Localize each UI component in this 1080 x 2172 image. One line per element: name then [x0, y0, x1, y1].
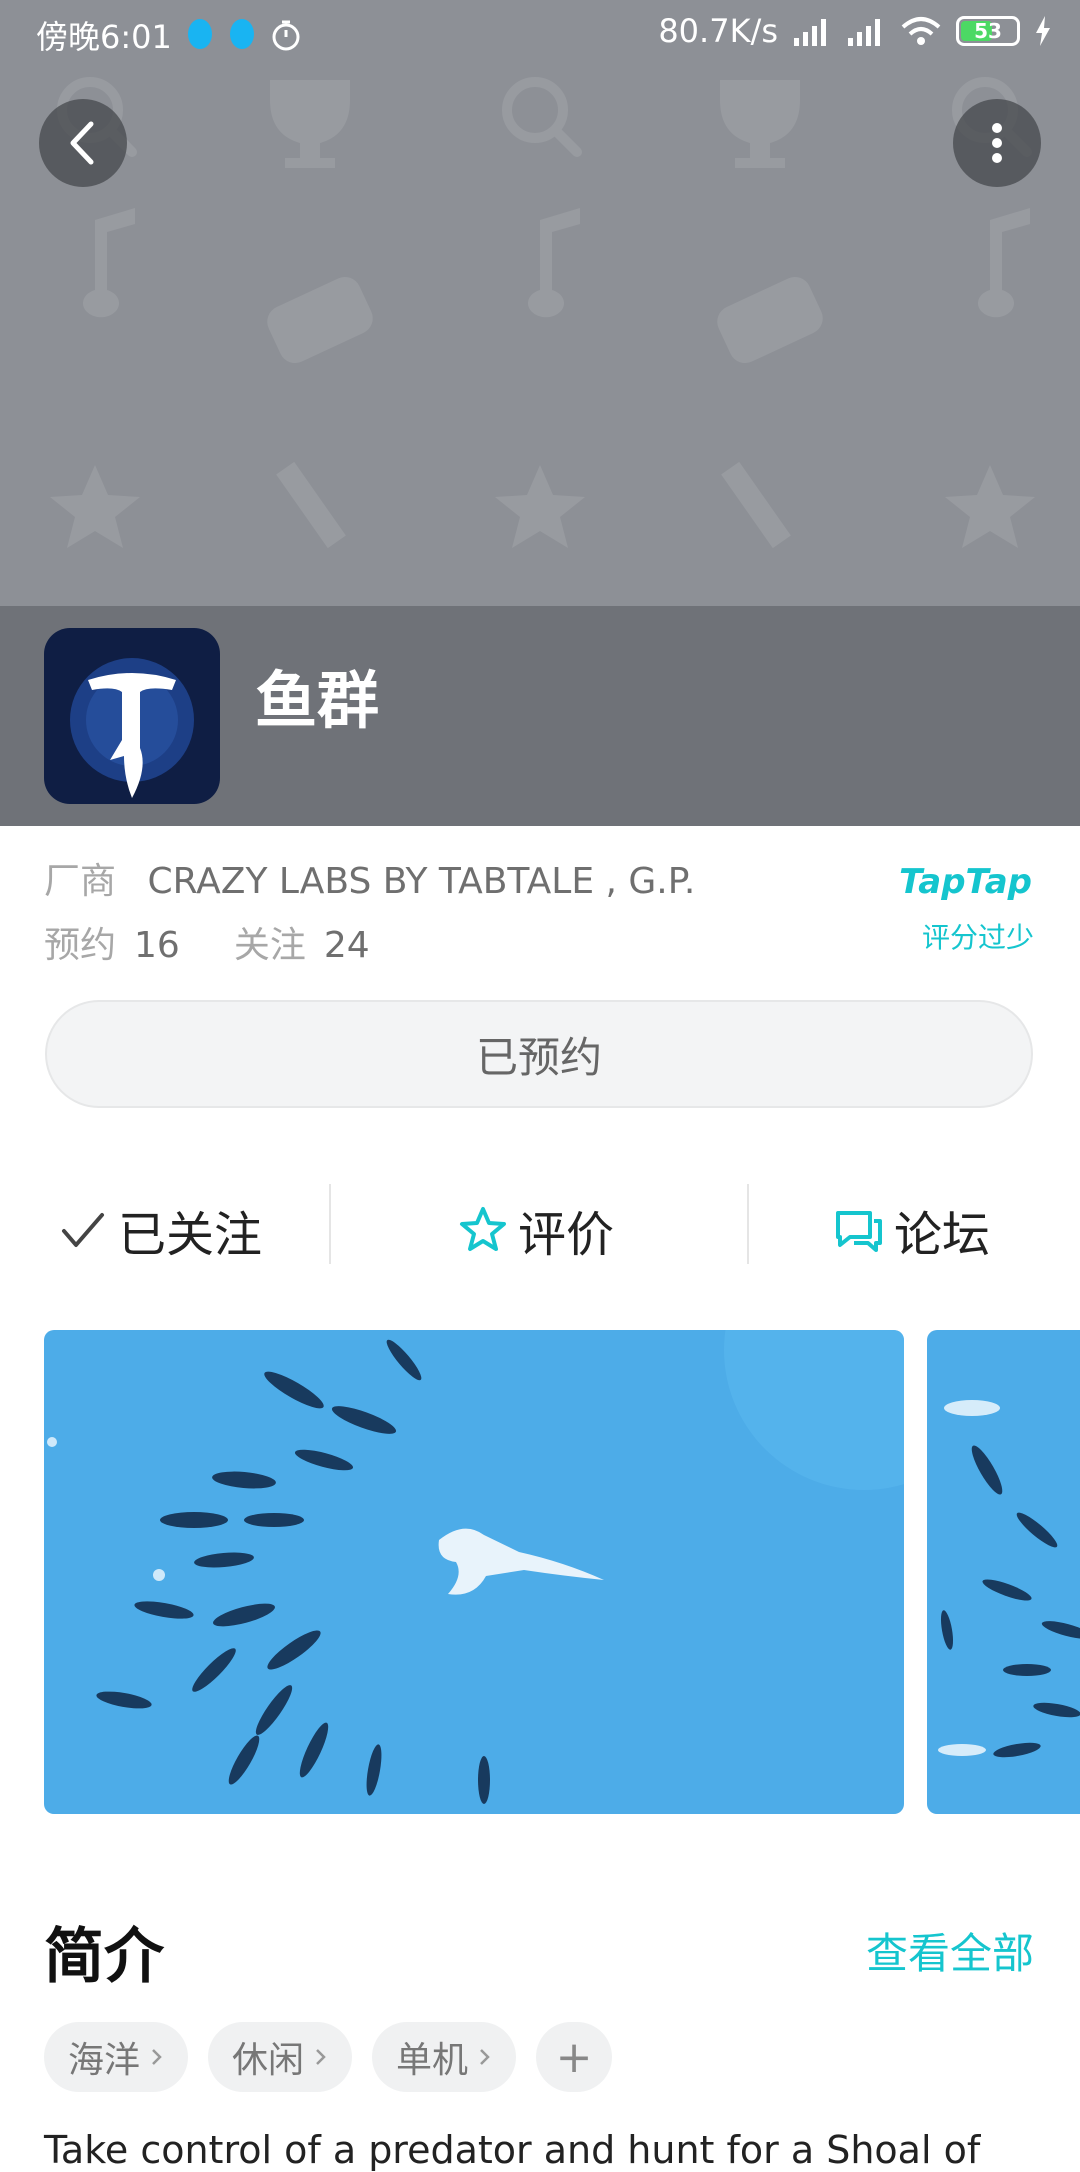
status-time: 傍晚6:01	[36, 18, 172, 56]
chevron-left-icon	[70, 121, 94, 165]
hammerhead-shark-logo	[70, 658, 194, 798]
wifi-icon	[901, 17, 941, 45]
qq-notification-icon	[229, 19, 254, 49]
chat-icon	[836, 1211, 882, 1252]
review-button[interactable]: 评价	[458, 1180, 614, 1280]
tag-single-player[interactable]: 单机	[372, 2022, 517, 2092]
app-icon	[44, 628, 220, 804]
view-all-link[interactable]: 查看全部	[866, 1920, 1034, 1981]
tag-list: 海洋 休闲 单机 +	[44, 2022, 613, 2092]
intro-title: 简介	[44, 1922, 164, 1992]
developer-name[interactable]: CRAZY LABS BY TABTALE , G.P.	[147, 861, 695, 902]
charging-icon	[1036, 16, 1050, 46]
follow-count: 24	[323, 925, 370, 966]
reserve-label: 预约	[44, 925, 117, 966]
signal-icon	[794, 19, 826, 46]
developer-row: 厂商 CRAZY LABS BY TABTALE , G.P.	[44, 852, 695, 904]
network-speed: 80.7K/s	[658, 12, 778, 50]
status-bar: 傍晚6:01 80.7K/s 53	[0, 0, 1080, 66]
description-text: Take control of a predator and hunt for …	[44, 2128, 981, 2172]
rating-status: 评分过少	[921, 921, 1034, 954]
screenshot-1[interactable]	[44, 1330, 904, 1814]
reserved-button[interactable]: 已预约	[45, 1000, 1033, 1108]
game-screenshot-image	[938, 1400, 1080, 1758]
add-tag-button[interactable]: +	[536, 2022, 613, 2092]
check-icon	[62, 1213, 104, 1247]
forum-button[interactable]: 论坛	[832, 1180, 990, 1280]
decorative-pattern	[50, 77, 1035, 549]
battery-level: 53	[974, 19, 1002, 43]
tag-label: 海洋	[68, 2040, 141, 2081]
tag-casual[interactable]: 休闲	[208, 2022, 353, 2092]
battery-icon: 53	[956, 16, 1020, 46]
more-options-button[interactable]	[953, 99, 1041, 187]
forum-label: 论坛	[894, 1207, 991, 1263]
review-label: 评价	[518, 1207, 615, 1263]
qq-notification-icon	[187, 19, 212, 49]
stats-row: 预约 16 关注 24	[44, 916, 388, 968]
back-button[interactable]	[39, 99, 127, 187]
header-banner	[0, 0, 1080, 606]
chevron-right-icon	[316, 2049, 326, 2065]
follow-label: 已关注	[118, 1207, 263, 1263]
developer-label: 厂商	[44, 861, 117, 902]
follow-button[interactable]: 已关注	[58, 1180, 262, 1280]
reserve-count: 16	[134, 925, 180, 966]
signal-hd-icon	[848, 19, 880, 46]
tag-label: 休闲	[232, 2040, 305, 2081]
chevron-right-icon	[152, 2049, 162, 2065]
taptap-brand: TapTap	[899, 862, 1032, 902]
timer-icon	[272, 20, 300, 51]
star-icon	[460, 1207, 506, 1251]
action-divider	[747, 1184, 749, 1264]
tag-ocean[interactable]: 海洋	[44, 2022, 189, 2092]
screenshot-2[interactable]	[927, 1330, 1080, 1814]
app-name: 鱼群	[255, 664, 380, 737]
game-screenshot-image	[47, 1330, 904, 1804]
tag-label: 单机	[396, 2040, 469, 2081]
action-divider	[329, 1184, 331, 1264]
action-bar: 已关注 评价 论坛	[0, 1180, 1080, 1280]
chevron-right-icon	[480, 2049, 490, 2065]
follow-label: 关注	[233, 925, 306, 966]
vertical-dots-icon	[992, 123, 1002, 163]
